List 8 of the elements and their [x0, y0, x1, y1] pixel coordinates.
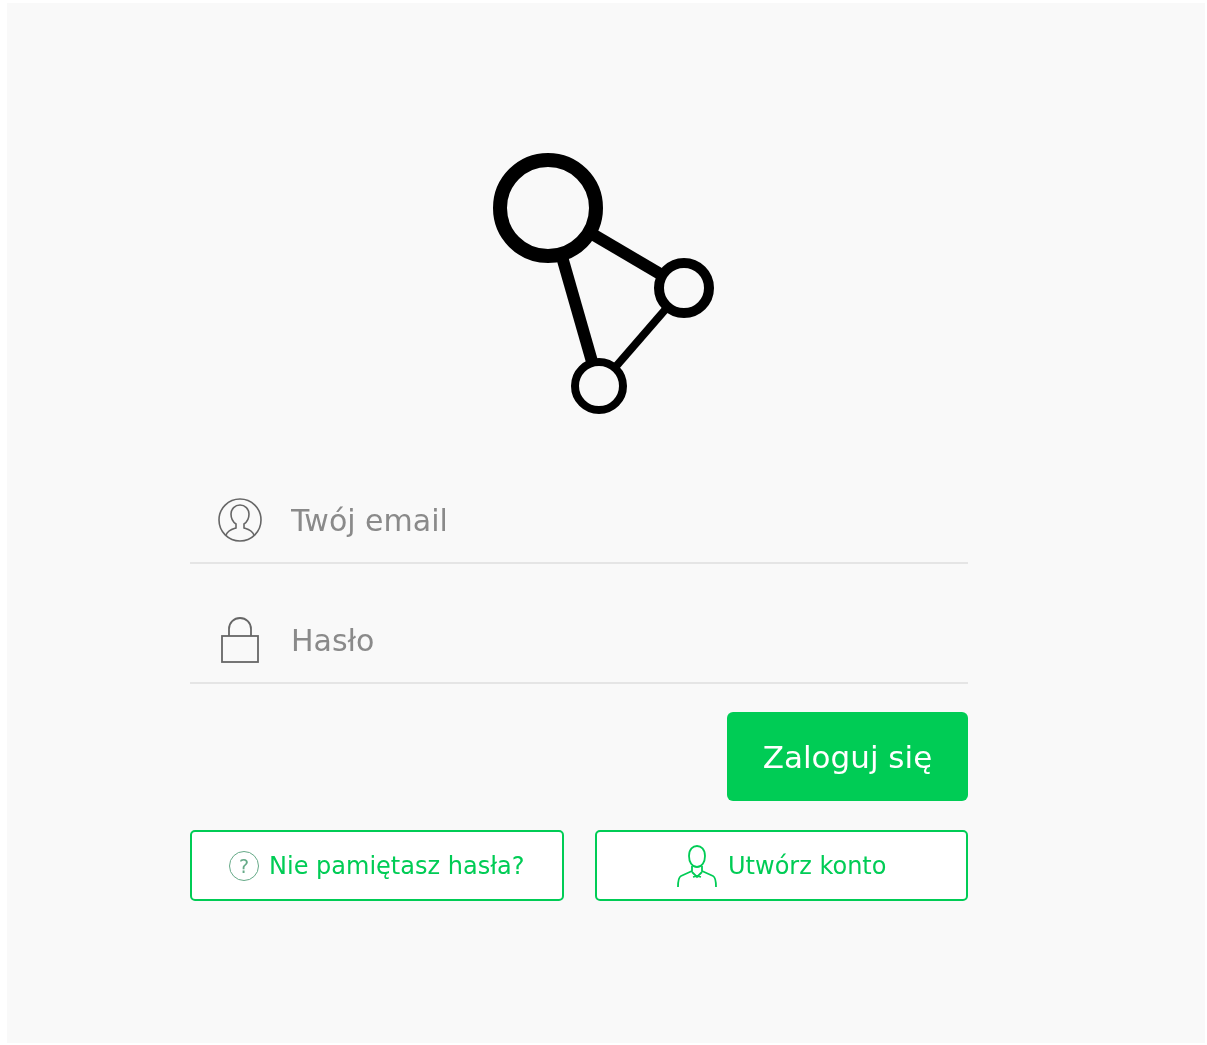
password-field[interactable]: Hasło	[291, 615, 968, 665]
login-button[interactable]: Zaloguj się	[727, 712, 968, 801]
user-icon	[217, 497, 263, 543]
person-icon	[676, 843, 719, 888]
forgot-password-button[interactable]: ? Nie pamiętasz hasła?	[190, 830, 564, 901]
email-field[interactable]: Twój email	[291, 495, 968, 545]
lock-icon	[220, 616, 260, 664]
create-account-button[interactable]: Utwórz konto	[594, 830, 968, 901]
